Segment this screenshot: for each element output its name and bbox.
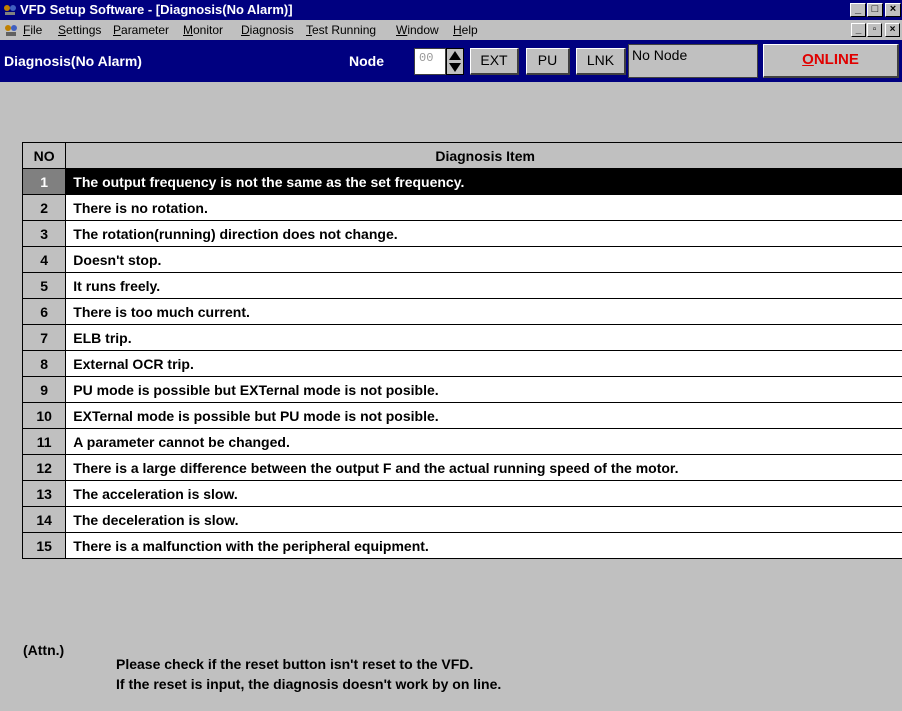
spinner-arrows-icon <box>449 51 461 72</box>
diagnosis-item[interactable]: The deceleration is slow. <box>65 506 902 533</box>
pu-button[interactable]: PU <box>526 48 570 75</box>
diagnosis-item[interactable]: There is too much current. <box>65 298 902 325</box>
app-icon[interactable] <box>3 3 17 17</box>
menu-window[interactable]: Window <box>396 23 439 37</box>
header-bar: Diagnosis(No Alarm) Node 00 EXT PU LNK N… <box>0 40 902 82</box>
table-row[interactable]: 1 The output frequency is not the same as… <box>21 168 902 195</box>
row-number[interactable]: 7 <box>21 324 67 351</box>
close-button[interactable]: × <box>885 3 901 17</box>
row-number[interactable]: 14 <box>21 506 67 533</box>
diagnosis-item[interactable]: ELB trip. <box>65 324 902 351</box>
ext-button[interactable]: EXT <box>470 48 519 75</box>
attention-line-1: Please check if the reset button isn't r… <box>116 656 474 672</box>
toolbar: Diagnosis(No Alarm) Node 00 EXT PU LNK N… <box>0 40 902 110</box>
diagnosis-item[interactable]: The rotation(running) direction does not… <box>65 220 902 247</box>
table-row[interactable]: 12 There is a large difference between th… <box>21 454 902 481</box>
row-number[interactable]: 13 <box>21 480 67 507</box>
row-number[interactable]: 1 <box>21 168 67 195</box>
menu-file[interactable]: File <box>23 23 42 37</box>
table-row[interactable]: 9 PU mode is possible but EXTernal mode i… <box>21 376 902 403</box>
diagnosis-item[interactable]: A parameter cannot be changed. <box>65 428 902 455</box>
mdi-restore-button[interactable]: ▫ <box>867 23 882 37</box>
maximize-button[interactable]: □ <box>867 3 883 17</box>
table-row[interactable]: 15 There is a malfunction with the periph… <box>21 532 902 559</box>
table-row[interactable]: 6 There is too much current. <box>21 298 902 325</box>
table-row[interactable]: 7 ELB trip. <box>21 324 902 351</box>
diagnosis-item[interactable]: External OCR trip. <box>65 350 902 377</box>
mdi-close-button[interactable]: × <box>885 23 900 37</box>
online-first-letter: O <box>802 51 814 68</box>
node-spinner[interactable] <box>446 48 464 75</box>
table-row[interactable]: 11 A parameter cannot be changed. <box>21 428 902 455</box>
menu-help[interactable]: Help <box>453 23 478 37</box>
row-number[interactable]: 12 <box>21 454 67 481</box>
lnk-button[interactable]: LNK <box>576 48 626 75</box>
diagnosis-item[interactable]: There is a malfunction with the peripher… <box>65 532 902 559</box>
title-bar[interactable]: VFD Setup Software - [Diagnosis(No Alarm… <box>0 0 902 20</box>
attention-label: (Attn.) <box>23 642 65 658</box>
screen-title: Diagnosis(No Alarm) <box>4 53 142 69</box>
menu-parameter[interactable]: Parameter <box>113 23 169 37</box>
row-number[interactable]: 15 <box>21 532 67 559</box>
diagnosis-item[interactable]: PU mode is possible but EXTernal mode is… <box>65 376 902 403</box>
menu-diagnosis[interactable]: Diagnosis <box>241 23 294 37</box>
table-row[interactable]: 8 External OCR trip. <box>21 350 902 377</box>
row-number[interactable]: 10 <box>21 402 67 429</box>
table-row[interactable]: 14 The deceleration is slow. <box>21 506 902 533</box>
diagnosis-item[interactable]: The acceleration is slow. <box>65 480 902 507</box>
document-icon[interactable] <box>3 22 19 38</box>
table-header-row: NO Diagnosis Item <box>21 142 902 169</box>
mdi-minimize-button[interactable]: _ <box>851 23 866 37</box>
node-label: Node <box>349 53 384 69</box>
table-row[interactable]: 4 Doesn't stop. <box>21 246 902 273</box>
diagnosis-item[interactable]: There is no rotation. <box>65 194 902 221</box>
column-header-item: Diagnosis Item <box>65 142 902 169</box>
diagnosis-table-container: NO Diagnosis Item 1 The output frequency … <box>21 142 902 559</box>
diagnosis-item[interactable]: Doesn't stop. <box>65 246 902 273</box>
window-title: VFD Setup Software - [Diagnosis(No Alarm… <box>20 2 293 17</box>
table-row[interactable]: 10 EXTernal mode is possible but PU mode … <box>21 402 902 429</box>
table-row[interactable]: 3 The rotation(running) direction does no… <box>21 220 902 247</box>
node-number-field[interactable]: 00 <box>414 48 446 75</box>
table-row[interactable]: 5 It runs freely. <box>21 272 902 299</box>
row-number[interactable]: 4 <box>21 246 67 273</box>
row-number[interactable]: 9 <box>21 376 67 403</box>
table-body: 1 The output frequency is not the same as… <box>21 168 902 559</box>
node-status-display: No Node <box>628 44 758 78</box>
row-number[interactable]: 6 <box>21 298 67 325</box>
online-rest-label: NLINE <box>813 51 859 68</box>
row-number[interactable]: 8 <box>21 350 67 377</box>
minimize-button[interactable]: _ <box>850 3 866 17</box>
diagnosis-item[interactable]: There is a large difference between the … <box>65 454 902 481</box>
row-number[interactable]: 5 <box>21 272 67 299</box>
menu-monitor[interactable]: Monitor <box>183 23 223 37</box>
attention-line-2: If the reset is input, the diagnosis doe… <box>116 676 502 692</box>
menu-test-running[interactable]: Test Running <box>306 23 376 37</box>
online-button[interactable]: ONLINE <box>763 44 899 78</box>
attention-text: Please check if the reset button isn't r… <box>116 654 501 694</box>
row-number[interactable]: 2 <box>21 194 67 221</box>
diagnosis-item[interactable]: It runs freely. <box>65 272 902 299</box>
column-header-no: NO <box>21 142 67 169</box>
table-row[interactable]: 13 The acceleration is slow. <box>21 480 902 507</box>
diagnosis-item[interactable]: The output frequency is not the same as … <box>65 168 902 195</box>
row-number[interactable]: 11 <box>21 428 67 455</box>
table-row[interactable]: 2 There is no rotation. <box>21 194 902 221</box>
diagnosis-table: NO Diagnosis Item 1 The output frequency … <box>21 142 902 559</box>
menu-settings[interactable]: Settings <box>58 23 101 37</box>
row-number[interactable]: 3 <box>21 220 67 247</box>
menu-bar: File Settings Parameter Monitor Diagnosi… <box>0 20 902 40</box>
diagnosis-item[interactable]: EXTernal mode is possible but PU mode is… <box>65 402 902 429</box>
